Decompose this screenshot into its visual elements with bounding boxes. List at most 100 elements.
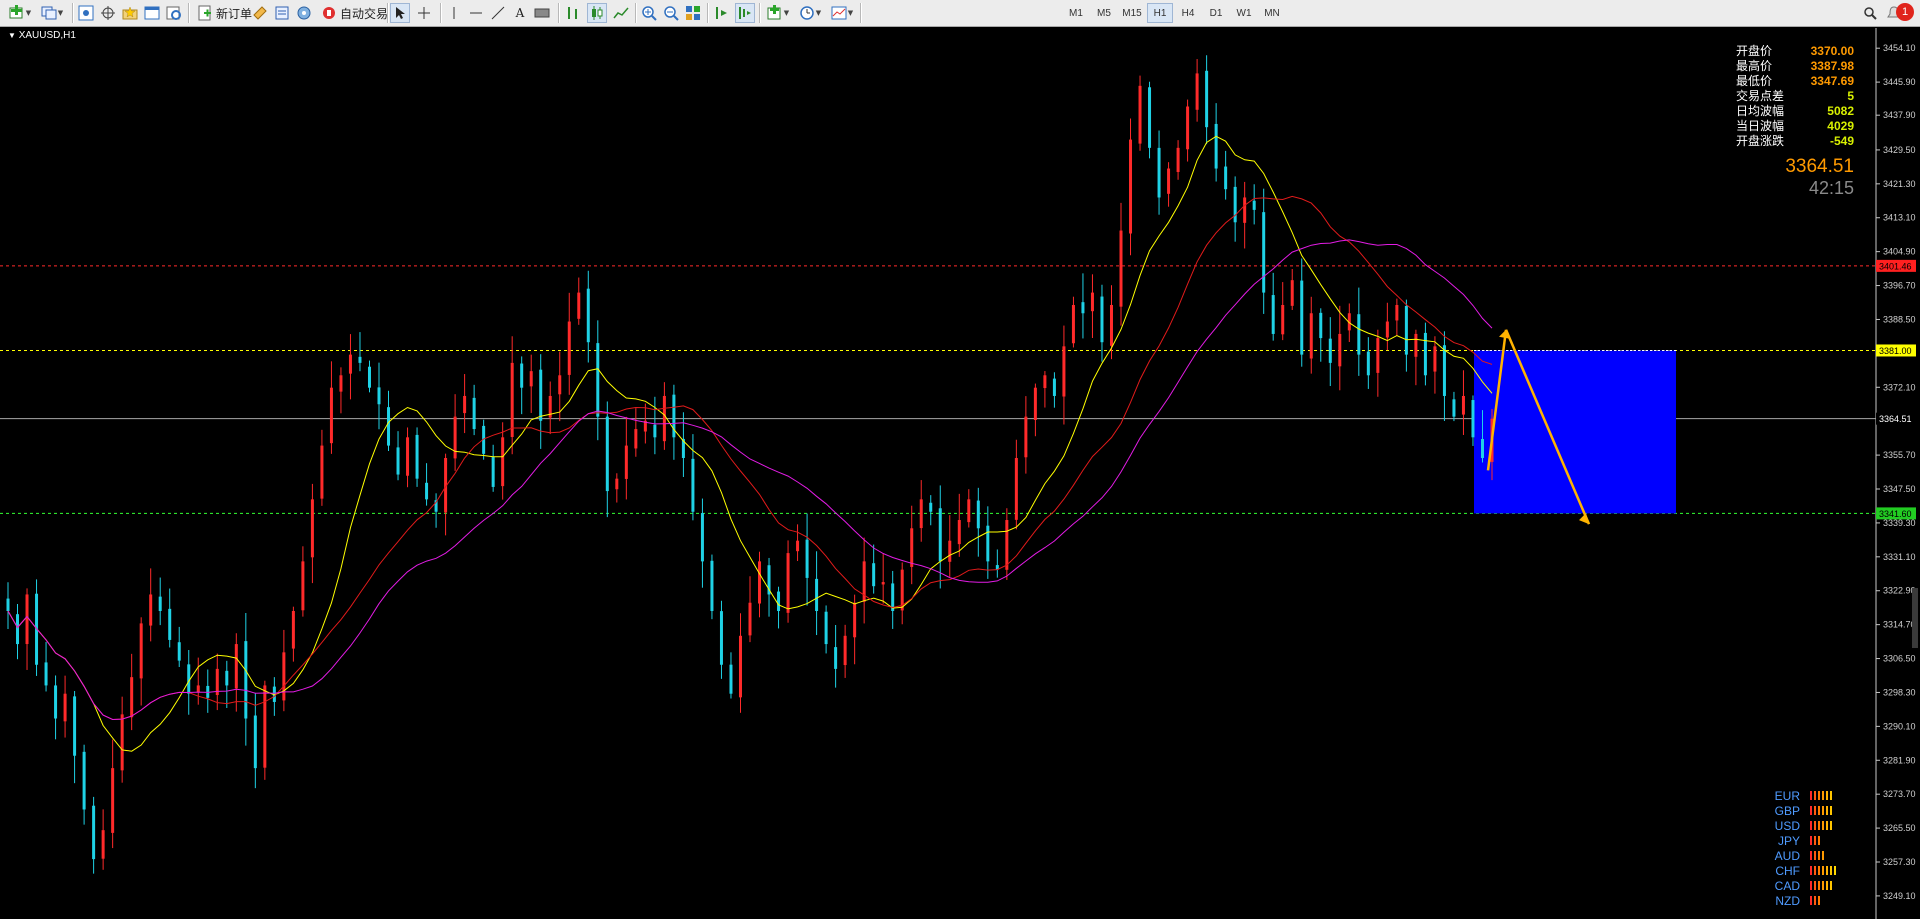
candle-body [1052, 378, 1056, 396]
candle-body [1176, 147, 1180, 172]
profiles-button[interactable]: ▼ [38, 3, 66, 23]
candle-body [1252, 200, 1256, 210]
candle-body [881, 582, 885, 585]
candle-body [73, 696, 77, 756]
candle-body [834, 647, 838, 669]
crosshair-tool-button[interactable] [414, 3, 434, 23]
crosshair-icon [101, 6, 115, 20]
candle-body [1357, 314, 1361, 355]
candle-body [425, 482, 429, 500]
terminal-button[interactable] [142, 3, 162, 23]
price-tick-label: 3273.70 [1883, 789, 1916, 799]
auto-scroll-button[interactable] [711, 3, 731, 23]
label-icon [534, 8, 550, 18]
meter-strength-bars [1810, 791, 1834, 800]
timeframe-h1-button[interactable]: H1 [1147, 3, 1173, 23]
current-price-tag: 3364.51 [1879, 414, 1912, 424]
meter-bar [1814, 881, 1816, 890]
timeframe-d1-button[interactable]: D1 [1203, 3, 1229, 23]
candle-body [339, 375, 343, 392]
meter-strength-bars [1810, 851, 1826, 860]
info-row: 开盘价 3370.00 [1736, 44, 1854, 59]
candlestick-chart-button[interactable] [587, 3, 607, 23]
info-value: 5 [1847, 89, 1854, 103]
market-watch-button[interactable] [76, 3, 96, 23]
meter-bar [1822, 851, 1824, 860]
news-button[interactable] [272, 3, 292, 23]
star-folder-icon [122, 6, 138, 20]
vertical-line-button[interactable] [444, 3, 464, 23]
candle-body [1129, 139, 1133, 234]
meter-bar [1810, 806, 1812, 815]
meter-bar [1830, 881, 1832, 890]
candle-body [139, 623, 143, 679]
templates-button[interactable]: ▼ [828, 3, 856, 23]
timeframe-m1-button[interactable]: M1 [1063, 3, 1089, 23]
favorites-button[interactable] [120, 3, 140, 23]
info-label: 当日波幅 [1736, 119, 1785, 133]
meter-strength-bars [1810, 866, 1838, 875]
navigator-button[interactable] [98, 3, 118, 23]
price-tick-label: 3265.50 [1883, 823, 1916, 833]
meter-bar [1810, 866, 1812, 875]
meter-currency-label: NZD [1775, 893, 1800, 908]
zoom-in-button[interactable] [639, 3, 659, 23]
periods-button[interactable]: ▼ [796, 3, 824, 23]
chevron-down-icon: ▼ [783, 9, 790, 17]
trendline-button[interactable] [488, 3, 508, 23]
candle-body [1005, 520, 1009, 570]
candle-body [16, 614, 20, 645]
meter-bar [1826, 806, 1828, 815]
candle-body [1224, 166, 1228, 190]
timeframe-h4-button[interactable]: H4 [1175, 3, 1201, 23]
meter-currency-label: AUD [1774, 848, 1800, 863]
candle-body [929, 502, 933, 512]
tester-icon [166, 6, 181, 20]
metaeditor-button[interactable] [250, 3, 270, 23]
meter-bar [1810, 836, 1812, 845]
info-row: 最低价 3347.69 [1736, 74, 1854, 89]
candle-body [387, 407, 391, 446]
candle-body [1433, 346, 1437, 372]
timeframe-m5-button[interactable]: M5 [1091, 3, 1117, 23]
meter-bar [1834, 866, 1836, 875]
price-chart[interactable]: 3454.10 3445.90 3437.90 3429.50 3421.30 3413.… [0, 28, 1920, 919]
tester-button[interactable] [164, 3, 184, 23]
meter-bar [1818, 896, 1820, 905]
info-row: 日均波幅 5082 [1736, 104, 1854, 119]
zoom-out-button[interactable] [661, 3, 681, 23]
chart-shift-button[interactable] [735, 3, 755, 23]
horizontal-line-button[interactable] [466, 3, 486, 23]
candle-body [1100, 296, 1104, 343]
new-order-button[interactable]: 新订单 [193, 3, 256, 23]
cursor-tool-button[interactable] [390, 3, 410, 23]
candle-body [910, 528, 914, 567]
timeframe-mn-button[interactable]: MN [1259, 3, 1285, 23]
candle-body [1281, 304, 1285, 335]
notification-badge: 1 [1896, 3, 1914, 21]
text-tool-button[interactable]: A [510, 3, 530, 23]
bar-chart-button[interactable] [563, 3, 583, 23]
candle-body [406, 437, 410, 476]
search-button[interactable] [1860, 3, 1880, 23]
label-tool-button[interactable] [532, 3, 552, 23]
level-tag-upper: 3401.46 [1879, 261, 1912, 271]
meter-currency-label: GBP [1774, 803, 1800, 818]
candle-body [1186, 106, 1190, 150]
new-chart-button[interactable]: ▼ [6, 3, 34, 23]
auto-trading-button[interactable]: 自动交易 [317, 3, 392, 23]
new-order-icon [198, 5, 211, 21]
line-chart-button[interactable] [611, 3, 631, 23]
indicators-button[interactable]: ▼ [764, 3, 792, 23]
signals-button[interactable] [294, 3, 314, 23]
candle-body [843, 635, 847, 666]
candle-body [320, 445, 324, 499]
candle-body [310, 499, 314, 558]
meter-row-usd: USD [1760, 818, 1838, 833]
candle-body [748, 602, 752, 636]
tile-windows-button[interactable] [683, 3, 703, 23]
line-chart-icon [613, 7, 629, 19]
timeframe-w1-button[interactable]: W1 [1231, 3, 1257, 23]
chart-canvas[interactable]: 3454.10 3445.90 3437.90 3429.50 3421.30 3413.… [0, 28, 1920, 919]
timeframe-m15-button[interactable]: M15 [1119, 3, 1145, 23]
